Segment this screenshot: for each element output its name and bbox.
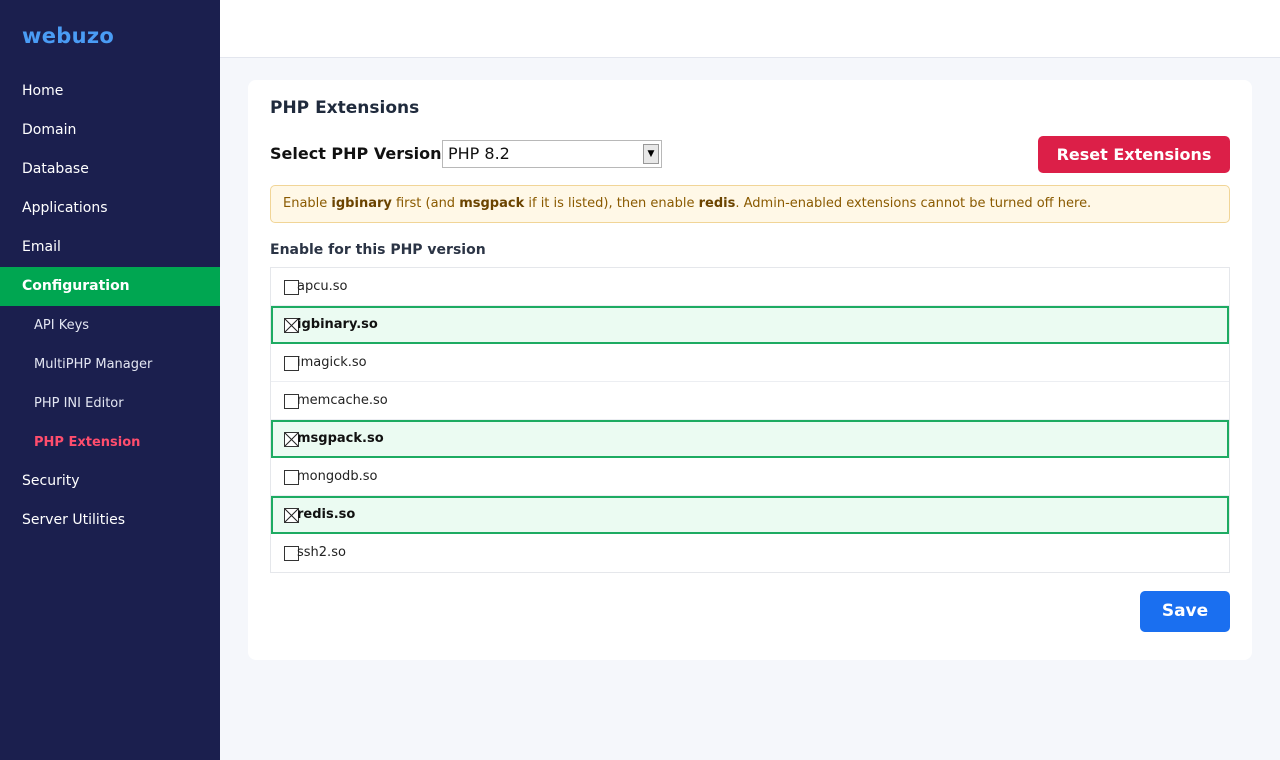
php-extensions-card: PHP Extensions Select PHP Version PHP 8.…: [248, 80, 1252, 660]
extension-row[interactable]: apcu.so: [271, 268, 1229, 306]
extension-name: imagick.so: [297, 355, 367, 370]
chevron-down-icon[interactable]: ▼: [643, 144, 659, 164]
php-version-select[interactable]: PHP 8.2 ▼: [442, 140, 662, 168]
php-version-label: Select PHP Version: [270, 144, 442, 163]
top-bar: [220, 0, 1280, 58]
page-title: PHP Extensions: [270, 98, 420, 118]
extension-row[interactable]: mongodb.so: [271, 458, 1229, 496]
extension-name: memcache.so: [297, 393, 388, 408]
extension-name: igbinary.so: [297, 317, 378, 332]
notice-text: . Admin-enabled extensions cannot be tur…: [735, 196, 1092, 211]
reset-extensions-button[interactable]: Reset Extensions: [1038, 136, 1230, 173]
sidebar-subitem-multiphp-manager[interactable]: MultiPHP Manager: [0, 345, 220, 384]
notice-text: Enable: [283, 196, 332, 211]
sidebar: webuzo Home Domain Database Applications…: [0, 0, 220, 760]
extension-name: apcu.so: [297, 279, 348, 294]
extension-row[interactable]: ssh2.so: [271, 534, 1229, 572]
brand-logo[interactable]: webuzo: [22, 24, 114, 48]
notice-text: if it is listed), then enable: [524, 196, 699, 211]
sidebar-item-home[interactable]: Home: [0, 72, 220, 111]
sidebar-item-applications[interactable]: Applications: [0, 189, 220, 228]
extension-row[interactable]: msgpack.so: [271, 420, 1229, 458]
extension-name: msgpack.so: [297, 431, 384, 446]
extension-row[interactable]: memcache.so: [271, 382, 1229, 420]
sidebar-item-server-utilities[interactable]: Server Utilities: [0, 501, 220, 540]
extension-row[interactable]: igbinary.so: [271, 306, 1229, 344]
php-version-value: PHP 8.2: [448, 144, 510, 163]
notice-keyword: redis: [698, 196, 736, 211]
extension-row[interactable]: redis.so: [271, 496, 1229, 534]
sidebar-subitem-php-extension[interactable]: PHP Extension: [0, 423, 220, 462]
notice-banner: Enable igbinary first (and msgpack if it…: [270, 185, 1230, 223]
sidebar-item-security[interactable]: Security: [0, 462, 220, 501]
extension-name: ssh2.so: [297, 545, 346, 560]
notice-keyword: msgpack: [459, 196, 525, 211]
extension-name: mongodb.so: [297, 469, 378, 484]
section-label: Enable for this PHP version: [270, 242, 486, 258]
extension-name: redis.so: [297, 507, 356, 522]
notice-text: first (and: [391, 196, 460, 211]
save-button[interactable]: Save: [1140, 591, 1230, 632]
sidebar-subitem-api-keys[interactable]: API Keys: [0, 306, 220, 345]
extension-list: apcu.so igbinary.so imagick.so memcache.so m…: [270, 267, 1230, 573]
sidebar-nav: Home Domain Database Applications Email …: [0, 72, 220, 540]
sidebar-item-configuration[interactable]: Configuration: [0, 267, 220, 306]
sidebar-item-email[interactable]: Email: [0, 228, 220, 267]
sidebar-item-domain[interactable]: Domain: [0, 111, 220, 150]
sidebar-item-database[interactable]: Database: [0, 150, 220, 189]
notice-keyword: igbinary: [331, 196, 392, 211]
extension-row[interactable]: imagick.so: [271, 344, 1229, 382]
sidebar-subitem-php-ini-editor[interactable]: PHP INI Editor: [0, 384, 220, 423]
